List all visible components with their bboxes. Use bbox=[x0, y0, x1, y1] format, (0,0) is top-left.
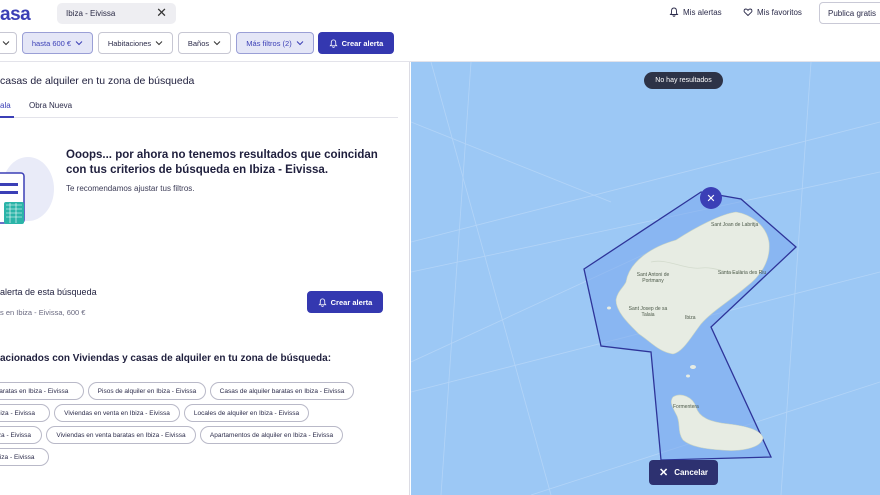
empty-results-title: Ooops... por ahora no tenemos resultados… bbox=[66, 149, 378, 176]
results-tabs: ala Obra Nueva bbox=[0, 98, 398, 118]
filter-rooms-dropdown[interactable]: Habitaciones bbox=[98, 32, 173, 54]
filter-more-label: Más filtros (2) bbox=[246, 38, 292, 48]
filter-type-dropdown[interactable] bbox=[0, 32, 17, 54]
close-icon: ✕ bbox=[658, 467, 669, 479]
cancel-label: Cancelar bbox=[674, 468, 708, 477]
bell-icon bbox=[669, 7, 679, 17]
my-favorites-link[interactable]: Mis favoritos bbox=[743, 7, 802, 17]
top-header: asa Ibiza - Eivissa ✕ Mis alertas Mis fa… bbox=[0, 0, 880, 28]
publish-free-button[interactable]: Publica gratis bbox=[819, 2, 880, 24]
related-link[interactable]: baratas en Ibiza - Eivissa bbox=[0, 382, 84, 400]
empty-results-subtitle: Te recomendamos ajustar tus filtros. bbox=[66, 184, 195, 193]
related-link[interactable]: Pisos de alquiler en Ibiza - Eivissa bbox=[88, 382, 206, 400]
my-alerts-label: Mis alertas bbox=[683, 7, 722, 17]
filter-rooms-label: Habitaciones bbox=[107, 38, 152, 48]
related-link[interactable]: Casas de alquiler baratas en Ibiza - Eiv… bbox=[210, 382, 354, 400]
brand-logo[interactable]: asa bbox=[0, 4, 31, 26]
map-label-santa-eularia: Santa Eulària des Riu bbox=[717, 270, 767, 276]
close-icon[interactable]: ✕ bbox=[700, 187, 722, 209]
filter-baths-dropdown[interactable]: Baños bbox=[178, 32, 231, 54]
my-alerts-link[interactable]: Mis alertas bbox=[669, 7, 722, 17]
page-title: casas de alquiler en tu zona de búsqueda bbox=[0, 75, 195, 87]
related-link[interactable]: Ibiza - Eivissa bbox=[0, 426, 42, 444]
cancel-draw-button[interactable]: ✕ Cancelar bbox=[649, 460, 718, 485]
filter-price-dropdown[interactable]: hasta 600 € bbox=[22, 32, 93, 54]
filter-price-label: hasta 600 € bbox=[31, 38, 72, 48]
create-alert-secondary-label: Crear alerta bbox=[330, 297, 373, 307]
bell-icon bbox=[318, 297, 327, 307]
chevron-down-icon bbox=[155, 41, 163, 46]
app-window: asa Ibiza - Eivissa ✕ Mis alertas Mis fa… bbox=[0, 0, 880, 495]
close-icon[interactable]: ✕ bbox=[156, 6, 167, 20]
bell-icon bbox=[329, 38, 338, 48]
related-link[interactable]: Viviendas en venta baratas en Ibiza - Ei… bbox=[46, 426, 196, 444]
filters-bar: hasta 600 € Habitaciones Baños Más filtr… bbox=[0, 32, 410, 54]
map-label-formentera: Formentera bbox=[673, 404, 699, 410]
filter-more-dropdown[interactable]: Más filtros (2) bbox=[236, 32, 314, 54]
related-searches-title: acionados con Viviendas y casas de alqui… bbox=[0, 353, 332, 364]
filter-baths-label: Baños bbox=[187, 38, 210, 48]
chevron-down-icon bbox=[2, 41, 9, 46]
no-results-badge: No hay resultados bbox=[644, 72, 723, 89]
tab-active-indicator bbox=[0, 116, 14, 118]
my-favorites-label: Mis favoritos bbox=[757, 7, 802, 17]
related-link[interactable]: Apartamentos de alquiler en Ibiza - Eivi… bbox=[200, 426, 343, 444]
related-link[interactable]: Ibiza - Eivissa bbox=[0, 448, 49, 466]
results-panel: casas de alquiler en tu zona de búsqueda… bbox=[0, 62, 410, 495]
tab-new-construction[interactable]: Obra Nueva bbox=[29, 101, 72, 110]
create-alert-button[interactable]: Crear alerta bbox=[318, 32, 394, 54]
heart-icon bbox=[743, 8, 753, 17]
map-label-sant-josep: Sant Josep de sa Talaia bbox=[628, 306, 668, 318]
chevron-down-icon bbox=[213, 41, 221, 46]
empty-results-illustration bbox=[0, 157, 54, 224]
related-link[interactable]: Viviendas en venta en Ibiza - Eivissa bbox=[54, 404, 180, 422]
related-link[interactable]: Locales de alquiler en Ibiza - Eivissa bbox=[184, 404, 309, 422]
create-alert-secondary-button[interactable]: Crear alerta bbox=[307, 291, 383, 313]
map-label-sant-antoni: Sant Antoni de Portmany bbox=[636, 272, 670, 284]
alert-section-subtitle: s en Ibiza - Eivissa, 600 € bbox=[0, 308, 86, 317]
tab-rent[interactable]: ala bbox=[0, 101, 11, 110]
map-label-sant-joan: Sant Joan de Labritja bbox=[711, 222, 759, 228]
chevron-down-icon bbox=[75, 41, 83, 46]
related-link[interactable]: Ibiza - Eivissa bbox=[0, 404, 50, 422]
location-search-chip[interactable]: Ibiza - Eivissa ✕ bbox=[57, 3, 176, 24]
chevron-down-icon bbox=[296, 41, 304, 46]
alert-section-title: alerta de esta búsqueda bbox=[0, 287, 97, 297]
map-view[interactable]: Sant Joan de Labritja Sant Antoni de Por… bbox=[411, 62, 880, 495]
create-alert-label: Crear alerta bbox=[341, 38, 384, 48]
location-search-value: Ibiza - Eivissa bbox=[66, 9, 116, 18]
map-label-ibiza: Ibiza bbox=[685, 315, 696, 321]
